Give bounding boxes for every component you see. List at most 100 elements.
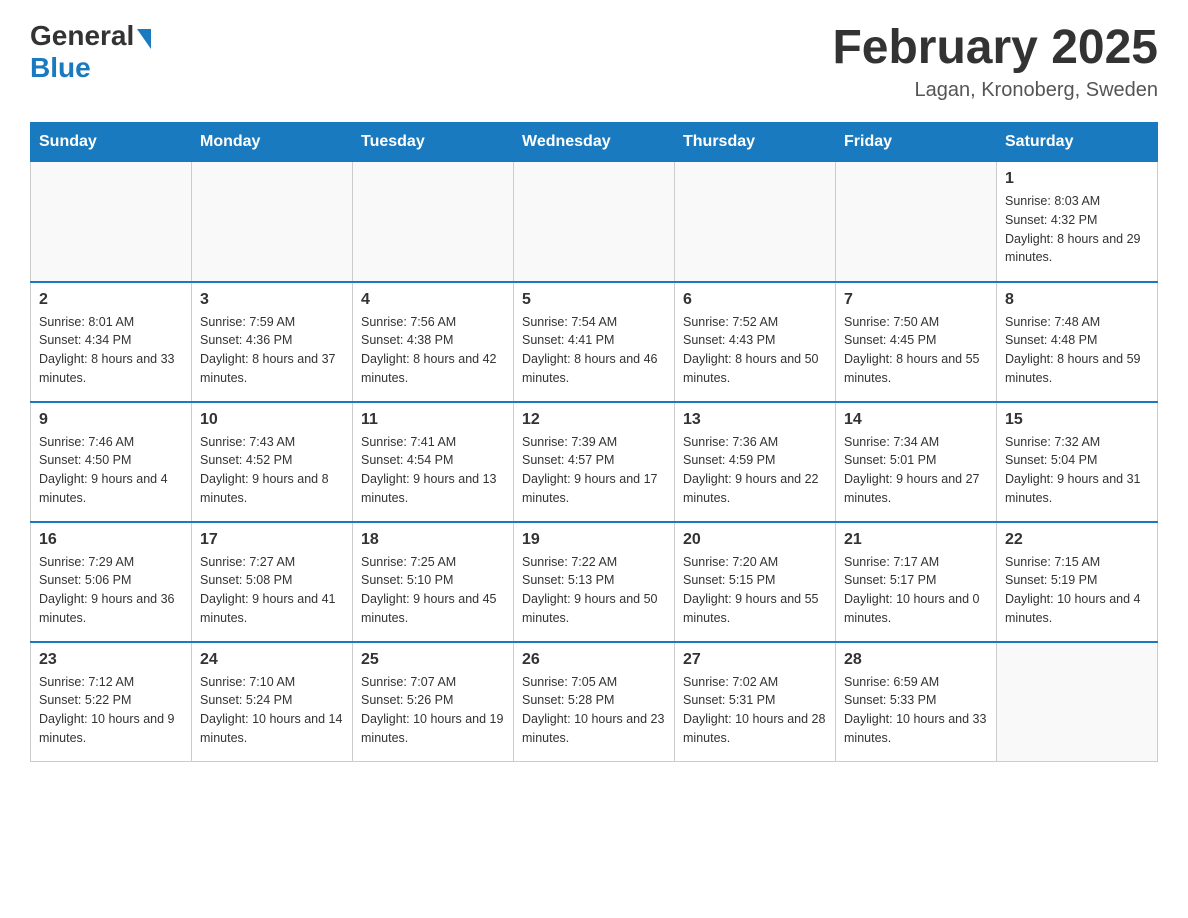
- calendar-day-cell: 4Sunrise: 7:56 AMSunset: 4:38 PMDaylight…: [353, 282, 514, 402]
- day-info: Sunrise: 7:50 AMSunset: 4:45 PMDaylight:…: [844, 313, 988, 388]
- day-info: Sunrise: 7:36 AMSunset: 4:59 PMDaylight:…: [683, 433, 827, 508]
- day-number: 20: [683, 531, 827, 549]
- weekday-header-monday: Monday: [192, 123, 353, 162]
- day-info: Sunrise: 7:12 AMSunset: 5:22 PMDaylight:…: [39, 673, 183, 748]
- calendar-day-cell: [997, 642, 1158, 762]
- calendar-day-cell: 17 Sunrise: 7:27 AMSunset: 5:08 PMDayligh…: [192, 522, 353, 642]
- calendar-day-cell: 3 Sunrise: 7:59 AMSunset: 4:36 PMDaylight…: [192, 282, 353, 402]
- weekday-header-row: SundayMondayTuesdayWednesdayThursdayFrid…: [31, 123, 1158, 162]
- day-number: 9: [39, 411, 183, 429]
- calendar-day-cell: 9 Sunrise: 7:46 AMSunset: 4:50 PMDaylight…: [31, 402, 192, 522]
- day-info: Sunrise: 7:34 AMSunset: 5:01 PMDaylight:…: [844, 433, 988, 508]
- day-number: 27: [683, 651, 827, 669]
- calendar-day-cell: 12 Sunrise: 7:39 AMSunset: 4:57 PMDayligh…: [514, 402, 675, 522]
- weekday-header-friday: Friday: [836, 123, 997, 162]
- day-number: 8: [1005, 291, 1149, 309]
- day-number: 25: [361, 651, 505, 669]
- day-info: Sunrise: 7:15 AMSunset: 5:19 PMDaylight:…: [1005, 553, 1149, 628]
- calendar-day-cell: 15 Sunrise: 7:32 AMSunset: 5:04 PMDayligh…: [997, 402, 1158, 522]
- day-number: 13: [683, 411, 827, 429]
- calendar-day-cell: 13 Sunrise: 7:36 AMSunset: 4:59 PMDayligh…: [675, 402, 836, 522]
- day-info: Sunrise: 7:46 AMSunset: 4:50 PMDaylight:…: [39, 433, 183, 508]
- day-info: Sunrise: 7:02 AMSunset: 5:31 PMDaylight:…: [683, 673, 827, 748]
- weekday-header-sunday: Sunday: [31, 123, 192, 162]
- day-info: Sunrise: 7:39 AMSunset: 4:57 PMDaylight:…: [522, 433, 666, 508]
- calendar-day-cell: [836, 162, 997, 282]
- day-number: 21: [844, 531, 988, 549]
- calendar-day-cell: 27 Sunrise: 7:02 AMSunset: 5:31 PMDayligh…: [675, 642, 836, 762]
- day-number: 18: [361, 531, 505, 549]
- day-info: Sunrise: 7:29 AMSunset: 5:06 PMDaylight:…: [39, 553, 183, 628]
- month-title: February 2025: [832, 20, 1158, 75]
- calendar-day-cell: 6 Sunrise: 7:52 AMSunset: 4:43 PMDaylight…: [675, 282, 836, 402]
- calendar-day-cell: 24Sunrise: 7:10 AMSunset: 5:24 PMDayligh…: [192, 642, 353, 762]
- day-info: Sunrise: 8:01 AMSunset: 4:34 PMDaylight:…: [39, 313, 183, 388]
- calendar-week-row: 16 Sunrise: 7:29 AMSunset: 5:06 PMDayligh…: [31, 522, 1158, 642]
- logo-arrow-icon: [137, 29, 151, 49]
- day-info: Sunrise: 7:22 AMSunset: 5:13 PMDaylight:…: [522, 553, 666, 628]
- day-info: Sunrise: 7:54 AMSunset: 4:41 PMDaylight:…: [522, 313, 666, 388]
- calendar-table: SundayMondayTuesdayWednesdayThursdayFrid…: [30, 122, 1158, 762]
- calendar-week-row: 2 Sunrise: 8:01 AMSunset: 4:34 PMDaylight…: [31, 282, 1158, 402]
- day-number: 23: [39, 651, 183, 669]
- calendar-day-cell: 25 Sunrise: 7:07 AMSunset: 5:26 PMDayligh…: [353, 642, 514, 762]
- title-area: February 2025 Lagan, Kronoberg, Sweden: [832, 20, 1158, 102]
- day-number: 24: [200, 651, 344, 669]
- day-info: Sunrise: 7:48 AMSunset: 4:48 PMDaylight:…: [1005, 313, 1149, 388]
- day-info: Sunrise: 7:25 AMSunset: 5:10 PMDaylight:…: [361, 553, 505, 628]
- calendar-week-row: 1 Sunrise: 8:03 AMSunset: 4:32 PMDaylight…: [31, 162, 1158, 282]
- day-number: 17: [200, 531, 344, 549]
- calendar-day-cell: 20 Sunrise: 7:20 AMSunset: 5:15 PMDayligh…: [675, 522, 836, 642]
- logo: General Blue: [30, 20, 151, 84]
- day-number: 7: [844, 291, 988, 309]
- calendar-week-row: 9 Sunrise: 7:46 AMSunset: 4:50 PMDaylight…: [31, 402, 1158, 522]
- calendar-day-cell: [192, 162, 353, 282]
- calendar-day-cell: 5Sunrise: 7:54 AMSunset: 4:41 PMDaylight…: [514, 282, 675, 402]
- day-number: 1: [1005, 170, 1149, 188]
- calendar-day-cell: 22Sunrise: 7:15 AMSunset: 5:19 PMDayligh…: [997, 522, 1158, 642]
- calendar-day-cell: 11 Sunrise: 7:41 AMSunset: 4:54 PMDayligh…: [353, 402, 514, 522]
- calendar-day-cell: [675, 162, 836, 282]
- page-header: General Blue February 2025 Lagan, Kronob…: [30, 20, 1158, 102]
- day-info: Sunrise: 7:27 AMSunset: 5:08 PMDaylight:…: [200, 553, 344, 628]
- day-info: Sunrise: 6:59 AMSunset: 5:33 PMDaylight:…: [844, 673, 988, 748]
- day-number: 28: [844, 651, 988, 669]
- day-number: 2: [39, 291, 183, 309]
- day-number: 11: [361, 411, 505, 429]
- calendar-day-cell: 16 Sunrise: 7:29 AMSunset: 5:06 PMDayligh…: [31, 522, 192, 642]
- day-info: Sunrise: 7:59 AMSunset: 4:36 PMDaylight:…: [200, 313, 344, 388]
- day-info: Sunrise: 7:41 AMSunset: 4:54 PMDaylight:…: [361, 433, 505, 508]
- calendar-day-cell: 7 Sunrise: 7:50 AMSunset: 4:45 PMDaylight…: [836, 282, 997, 402]
- logo-general-text: General: [30, 20, 134, 52]
- day-number: 3: [200, 291, 344, 309]
- calendar-day-cell: 21 Sunrise: 7:17 AMSunset: 5:17 PMDayligh…: [836, 522, 997, 642]
- logo-blue-text: Blue: [30, 52, 91, 84]
- day-info: Sunrise: 7:52 AMSunset: 4:43 PMDaylight:…: [683, 313, 827, 388]
- calendar-day-cell: 19 Sunrise: 7:22 AMSunset: 5:13 PMDayligh…: [514, 522, 675, 642]
- location-label: Lagan, Kronoberg, Sweden: [832, 79, 1158, 102]
- weekday-header-wednesday: Wednesday: [514, 123, 675, 162]
- weekday-header-tuesday: Tuesday: [353, 123, 514, 162]
- day-info: Sunrise: 7:05 AMSunset: 5:28 PMDaylight:…: [522, 673, 666, 748]
- day-info: Sunrise: 7:32 AMSunset: 5:04 PMDaylight:…: [1005, 433, 1149, 508]
- day-number: 12: [522, 411, 666, 429]
- calendar-day-cell: 1 Sunrise: 8:03 AMSunset: 4:32 PMDaylight…: [997, 162, 1158, 282]
- day-number: 16: [39, 531, 183, 549]
- day-number: 6: [683, 291, 827, 309]
- day-info: Sunrise: 7:17 AMSunset: 5:17 PMDaylight:…: [844, 553, 988, 628]
- calendar-week-row: 23 Sunrise: 7:12 AMSunset: 5:22 PMDayligh…: [31, 642, 1158, 762]
- day-info: Sunrise: 7:20 AMSunset: 5:15 PMDaylight:…: [683, 553, 827, 628]
- weekday-header-thursday: Thursday: [675, 123, 836, 162]
- day-info: Sunrise: 7:07 AMSunset: 5:26 PMDaylight:…: [361, 673, 505, 748]
- day-number: 10: [200, 411, 344, 429]
- calendar-day-cell: [514, 162, 675, 282]
- day-number: 14: [844, 411, 988, 429]
- calendar-day-cell: 2 Sunrise: 8:01 AMSunset: 4:34 PMDaylight…: [31, 282, 192, 402]
- day-number: 15: [1005, 411, 1149, 429]
- day-number: 19: [522, 531, 666, 549]
- day-number: 4: [361, 291, 505, 309]
- day-info: Sunrise: 8:03 AMSunset: 4:32 PMDaylight:…: [1005, 192, 1149, 267]
- calendar-day-cell: [31, 162, 192, 282]
- calendar-day-cell: 10Sunrise: 7:43 AMSunset: 4:52 PMDayligh…: [192, 402, 353, 522]
- calendar-day-cell: 28 Sunrise: 6:59 AMSunset: 5:33 PMDayligh…: [836, 642, 997, 762]
